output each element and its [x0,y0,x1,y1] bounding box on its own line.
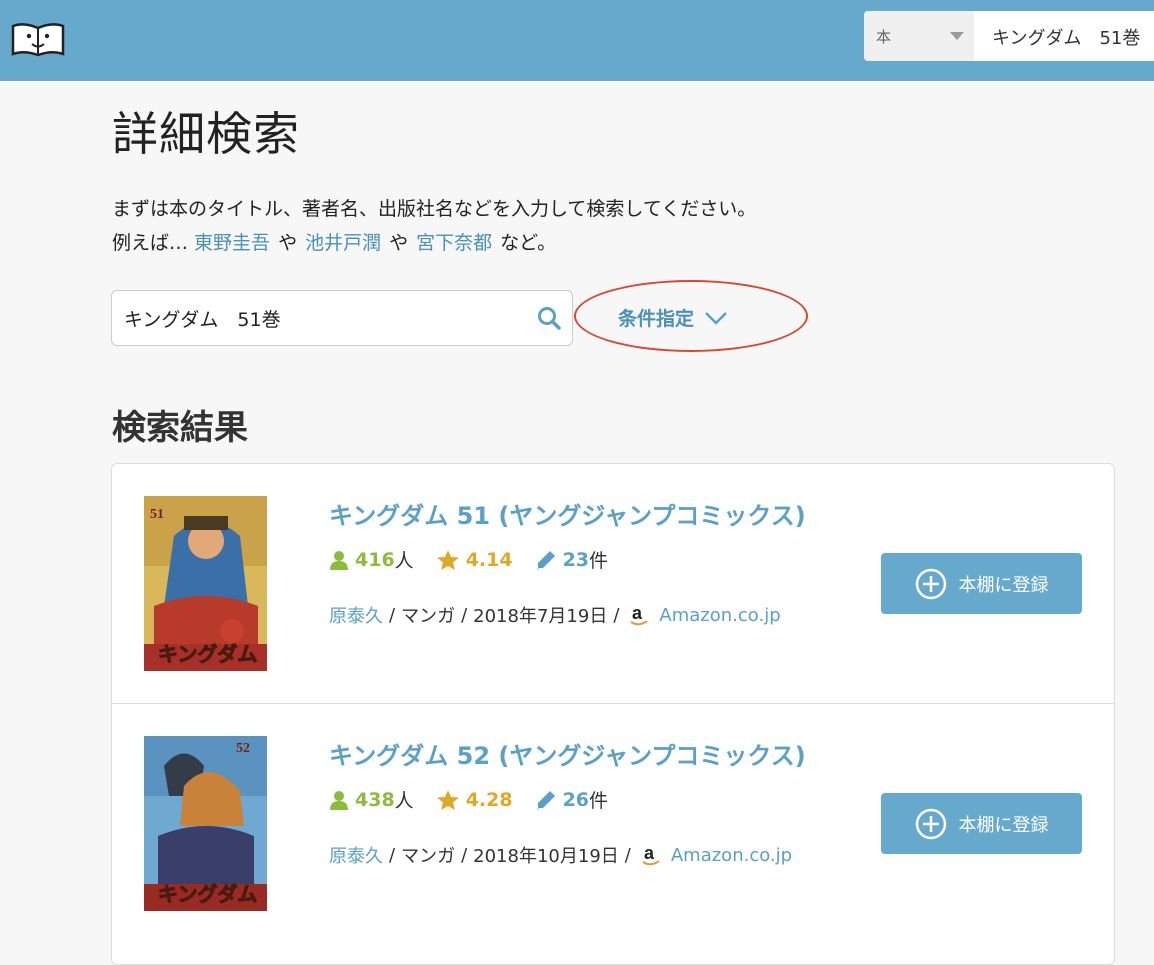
intro-line-2: 例えば… 東野圭吾や池井戸潤や宮下奈都 など。 [112,226,756,260]
readers-count: 438 [355,788,395,811]
readers-count: 416 [355,548,395,571]
meta-separator: / [461,844,468,866]
reviews-unit: 件 [589,550,609,572]
conditions-toggle[interactable]: 条件指定 [618,304,728,331]
person-icon [330,550,348,570]
svg-text:52: 52 [236,741,250,756]
page-title: 詳細検索 [112,107,300,161]
conditions-label: 条件指定 [618,308,695,330]
result-item: 52 キングダム キングダム 52 (ヤングジャンプコミックス) 438 人 4.… [112,703,1114,943]
top-bar: 本 キングダム 51巻 [0,0,1154,81]
results-title: 検索結果 [112,408,248,448]
reviews-stat[interactable]: 26 件 [535,786,608,813]
pencil-icon [536,550,555,570]
readers-unit: 人 [394,550,414,572]
rating-stat: 4.28 [436,789,513,811]
meta-separator: / [461,604,468,626]
conditions-highlight: 条件指定 [574,280,808,352]
search-icon[interactable] [536,305,562,331]
category-select[interactable]: 本 [864,11,974,61]
plus-circle-icon [915,808,946,839]
result-item: 51 キングダム キングダム 51 (ヤングジャンプコミックス) 416 人 4.… [112,464,1114,703]
example-joiner-1: や [278,232,298,254]
amazon-link[interactable]: Amazon.co.jp [659,605,780,626]
readers-stat[interactable]: 438 人 [329,786,414,813]
reviews-count: 23 [562,548,590,571]
example-link-1[interactable]: 東野圭吾 [194,232,270,254]
caret-down-icon [950,32,964,40]
search-input-value: キングダム 51巻 [124,309,281,331]
meta-separator: / [389,844,396,866]
amazon-link[interactable]: Amazon.co.jp [671,845,792,866]
svg-text:a: a [632,603,643,623]
author-link[interactable]: 原泰久 [329,602,383,628]
book-cover-image[interactable]: 51 キングダム [144,496,267,671]
example-link-3[interactable]: 宮下奈都 [416,232,492,254]
rating-value: 4.28 [465,788,513,811]
register-shelf-button[interactable]: 本棚に登録 [881,793,1082,854]
result-meta: 原泰久 / マンガ / 2018年10月19日 / a Amazon.co.jp [329,842,792,868]
genre-label: マンガ [401,846,456,867]
rating-value: 4.14 [465,548,513,571]
svg-text:51: 51 [150,507,164,522]
example-joiner-2: や [389,232,409,254]
result-title-link[interactable]: キングダム 51 (ヤングジャンプコミックス) [329,496,806,531]
search-input[interactable]: キングダム 51巻 [111,290,573,346]
person-icon [330,790,348,810]
register-shelf-button[interactable]: 本棚に登録 [881,553,1082,614]
author-link[interactable]: 原泰久 [329,842,383,868]
result-stats: 416 人 4.14 23 件 [329,546,630,573]
results-list: 51 キングダム キングダム 51 (ヤングジャンプコミックス) 416 人 4.… [111,463,1115,965]
star-icon [436,789,459,810]
reviews-unit: 件 [589,790,609,812]
plus-circle-icon [915,568,946,599]
amazon-icon: a [630,603,649,626]
svg-text:a: a [644,843,655,863]
intro-suffix: など。 [500,232,557,254]
star-icon [436,549,459,570]
amazon-icon: a [642,843,660,866]
intro-prefix: 例えば… [112,232,195,254]
svg-text:キングダム: キングダム [158,882,257,906]
release-date: 2018年7月19日 [473,606,608,627]
result-title-link[interactable]: キングダム 52 (ヤングジャンプコミックス) [329,736,806,771]
readers-unit: 人 [394,790,414,812]
result-meta: 原泰久 / マンガ / 2018年7月19日 / a Amazon.co.jp [329,602,781,628]
pencil-icon [536,790,555,810]
chevron-down-icon [705,311,727,325]
genre-label: マンガ [401,606,456,627]
release-date: 2018年10月19日 [473,846,619,867]
rating-stat: 4.14 [436,549,513,571]
register-shelf-label: 本棚に登録 [958,814,1049,836]
register-shelf-label: 本棚に登録 [958,574,1049,596]
svg-text:キングダム: キングダム [158,642,257,666]
result-stats: 438 人 4.28 26 件 [329,786,630,813]
intro-line-1: まずは本のタイトル、著者名、出版社名などを入力して検索してください。 [112,198,757,220]
example-link-2[interactable]: 池井戸潤 [305,232,381,254]
meta-separator: / [613,604,620,626]
header-search: 本 キングダム 51巻 [864,11,1154,61]
header-search-input[interactable]: キングダム 51巻 [992,24,1140,50]
reviews-stat[interactable]: 23 件 [535,546,608,573]
book-logo-icon[interactable] [10,20,66,58]
meta-separator: / [624,844,631,866]
meta-separator: / [389,604,396,626]
book-cover-image[interactable]: 52 キングダム [144,736,267,911]
readers-stat[interactable]: 416 人 [329,546,414,573]
reviews-count: 26 [562,788,590,811]
category-select-value: 本 [876,28,892,46]
intro-text: まずは本のタイトル、著者名、出版社名などを入力して検索してください。 例えば… … [112,192,756,260]
